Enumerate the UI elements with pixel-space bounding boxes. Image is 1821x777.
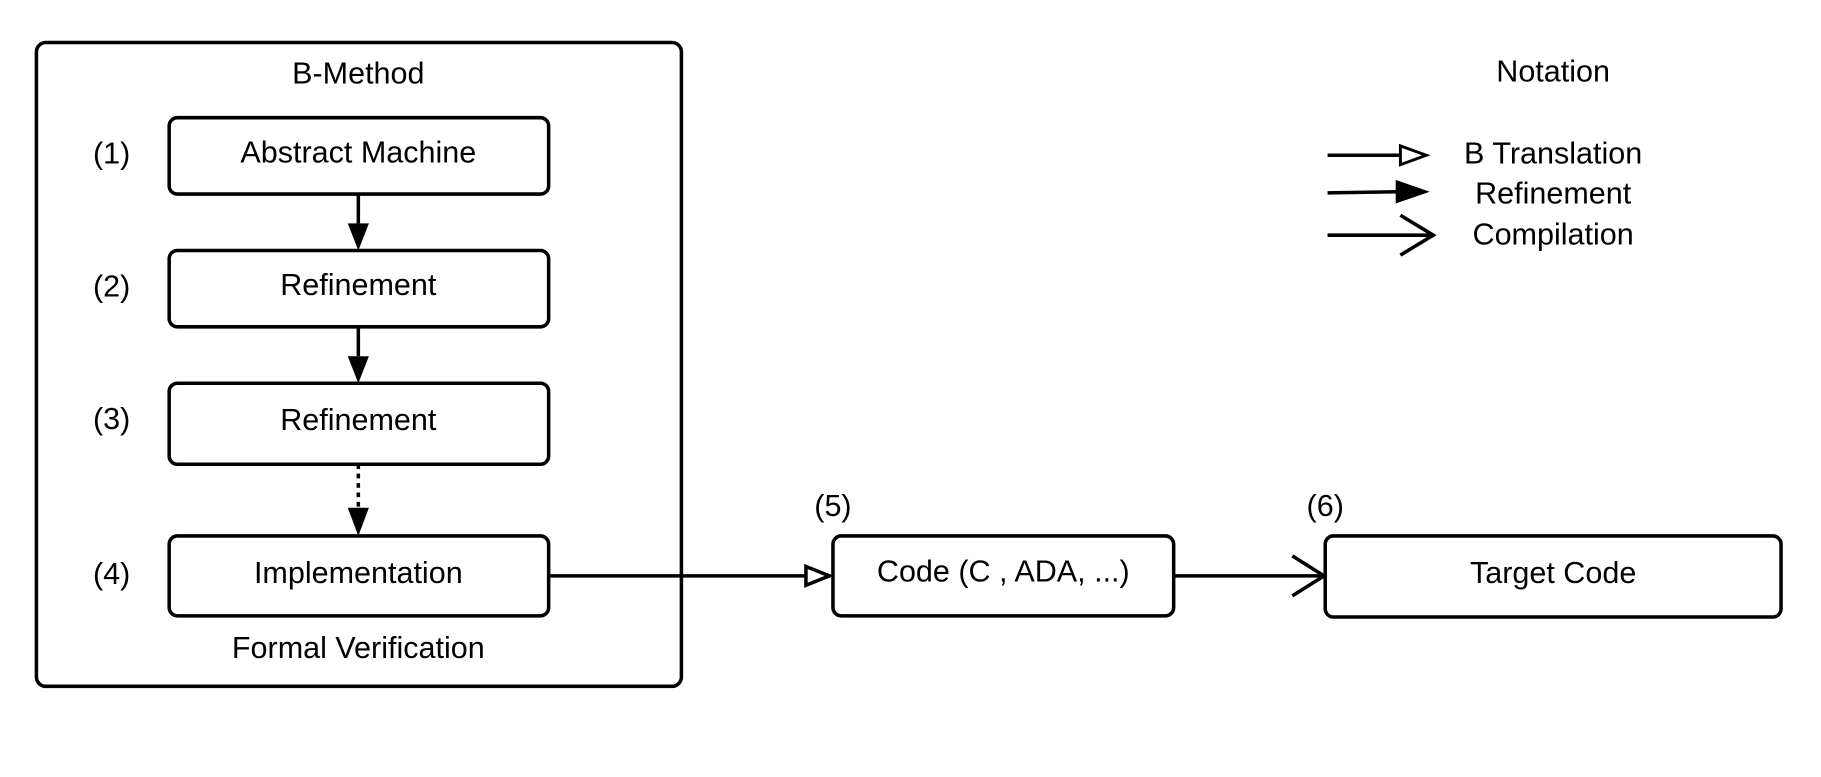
step-number: (4) — [93, 557, 130, 591]
step-number: (5) — [814, 489, 851, 523]
filled-triangle-arrow-icon — [1395, 179, 1430, 204]
notation-legend: Notation B Translation Refinement Compil… — [1327, 54, 1642, 257]
legend-label: B Translation — [1464, 137, 1642, 171]
hollow-triangle-arrow-icon — [1398, 143, 1431, 167]
step-label: Implementation — [254, 556, 463, 590]
legend-label: Compilation — [1473, 218, 1634, 252]
step-label: Refinement — [280, 268, 437, 302]
notation-title: Notation — [1496, 54, 1610, 88]
legend-b-translation: B Translation — [1327, 137, 1642, 171]
step-label: Target Code — [1470, 556, 1636, 590]
b-method-diagram: B-Method Formal Verification (1) Abstrac… — [34, 40, 1783, 689]
legend-label: Refinement — [1475, 176, 1632, 210]
legend-refinement: Refinement — [1327, 176, 1632, 210]
step-label: Code (C , ADA, ...) — [877, 555, 1130, 589]
step-6: (6) Target Code — [1307, 489, 1783, 619]
step-label: Refinement — [280, 403, 437, 437]
group-title: B-Method — [292, 57, 424, 91]
step-number: (6) — [1307, 489, 1344, 523]
step-5: (5) Code (C , ADA, ...) — [814, 489, 1176, 618]
group-footer: Formal Verification — [232, 631, 485, 665]
compilation-arrow — [1173, 554, 1328, 598]
legend-compilation: Compilation — [1327, 213, 1634, 257]
step-number: (3) — [93, 402, 130, 436]
step-number: (2) — [93, 269, 130, 303]
step-label: Abstract Machine — [240, 135, 476, 169]
step-number: (1) — [93, 137, 130, 171]
